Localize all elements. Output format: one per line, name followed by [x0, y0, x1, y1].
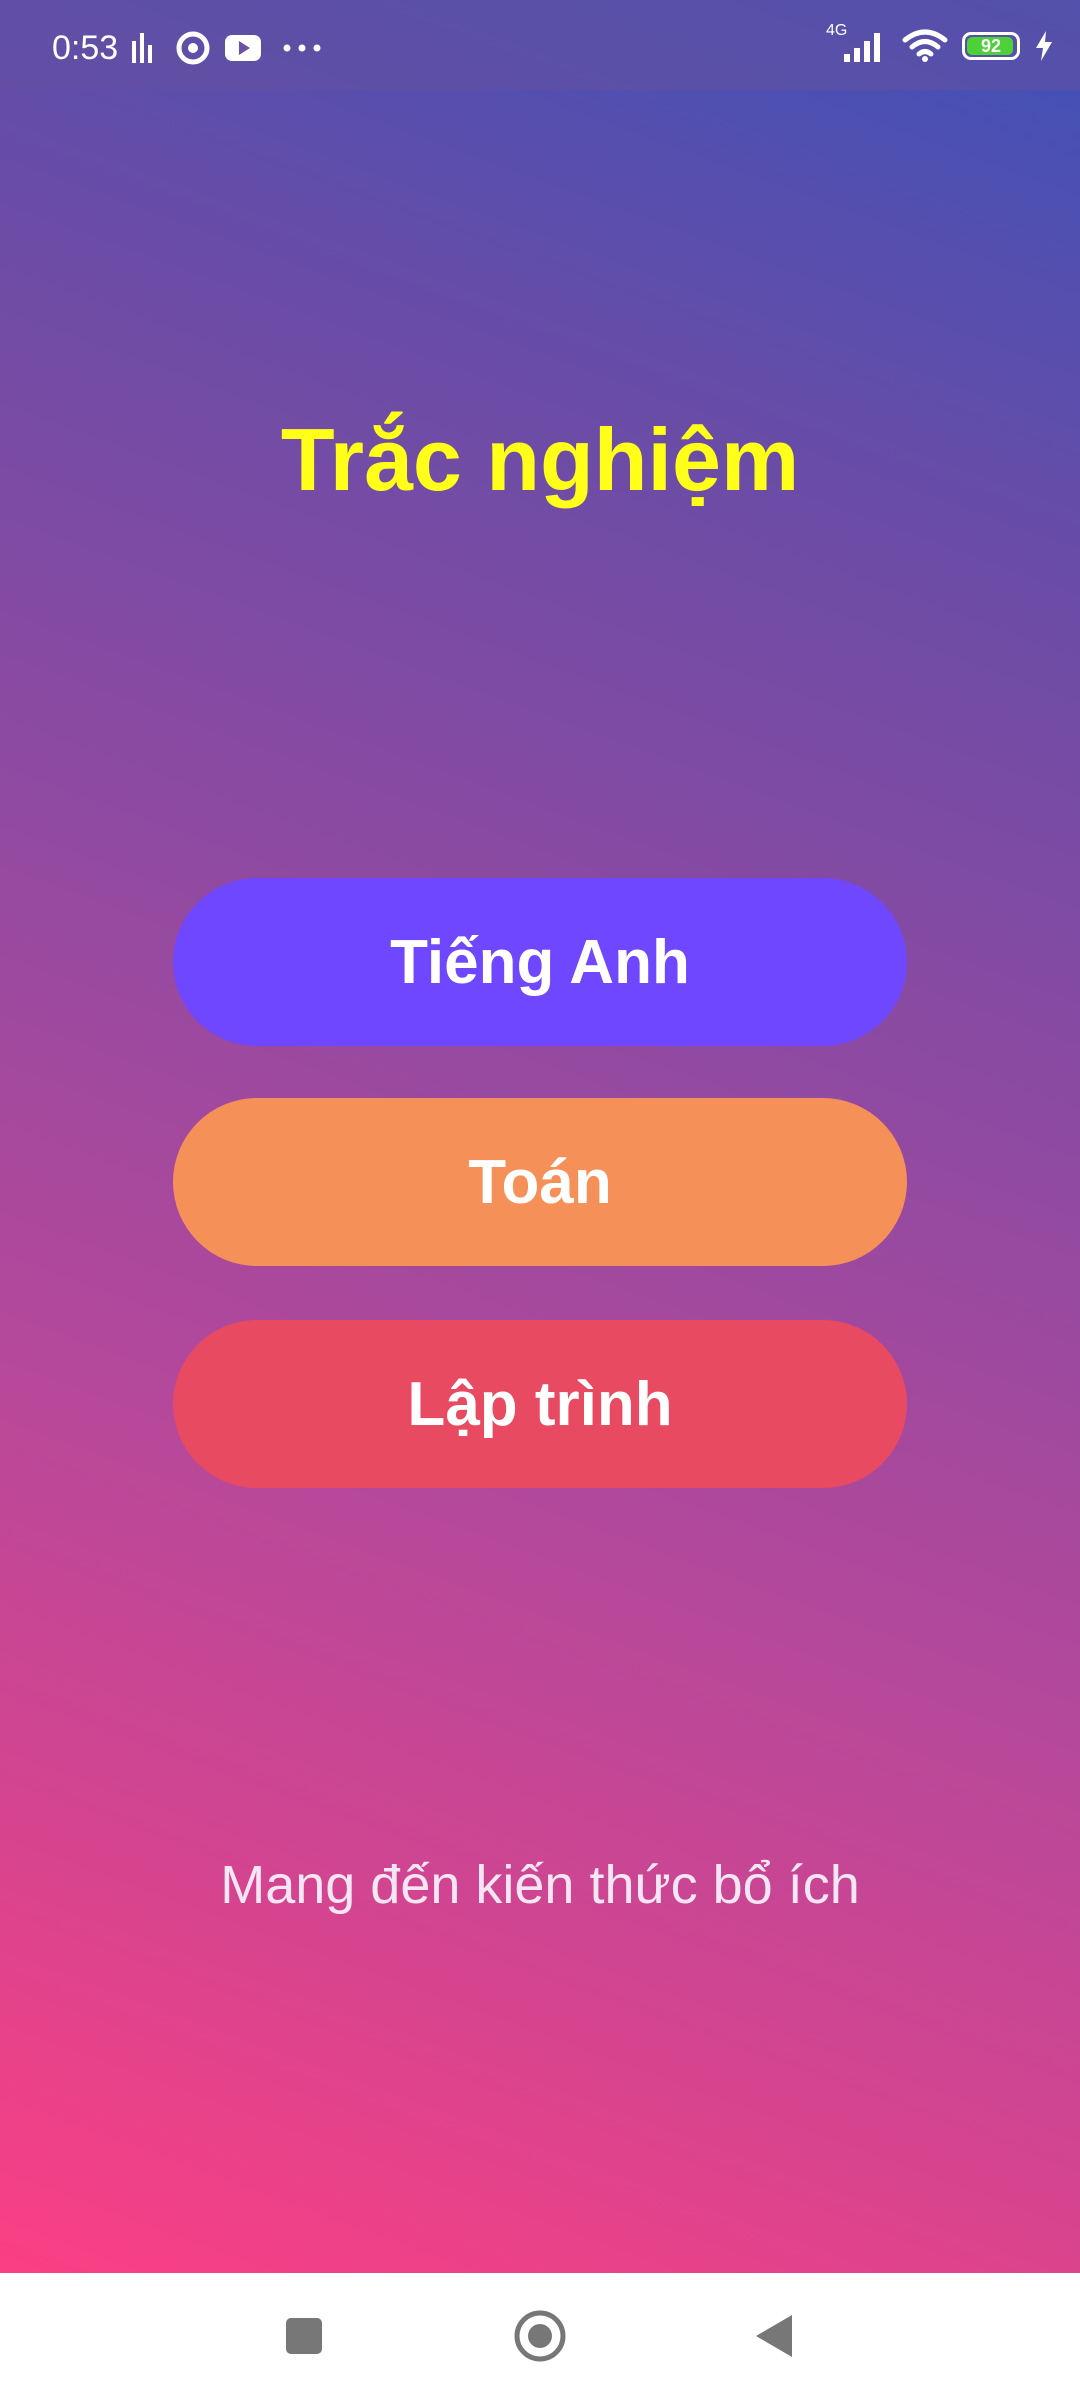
youtube-icon — [224, 26, 262, 70]
wifi-icon — [902, 28, 948, 64]
math-button[interactable]: Toán — [173, 1098, 907, 1266]
english-button[interactable]: Tiếng Anh — [173, 878, 907, 1046]
battery-icon: 92 — [962, 32, 1020, 60]
chrome-icon — [176, 26, 210, 70]
programming-button[interactable]: Lập trình — [173, 1320, 907, 1488]
status-bar: 0:53 4G 92 — [0, 0, 1080, 90]
home-icon[interactable] — [495, 2291, 585, 2381]
activity-bars-icon — [130, 26, 156, 70]
page-title: Trắc nghiệm — [280, 410, 800, 509]
signal-icon: 4G — [826, 22, 888, 64]
navigation-bar — [0, 2273, 1080, 2400]
tagline: Mang đến kiến thức bổ ích — [220, 1855, 860, 1915]
app-screen: 0:53 4G 92 Trắc nghiệm Tiếng Anh Toán Lậ… — [0, 0, 1080, 2400]
more-dots-icon — [282, 26, 322, 70]
battery-level: 92 — [980, 36, 1002, 56]
status-time: 0:53 — [52, 29, 119, 67]
network-type: 4G — [826, 22, 848, 39]
recent-apps-icon[interactable] — [259, 2291, 349, 2381]
charging-icon — [1034, 30, 1054, 62]
back-icon[interactable] — [729, 2291, 819, 2381]
status-right-group: 4G 92 — [826, 22, 1054, 68]
